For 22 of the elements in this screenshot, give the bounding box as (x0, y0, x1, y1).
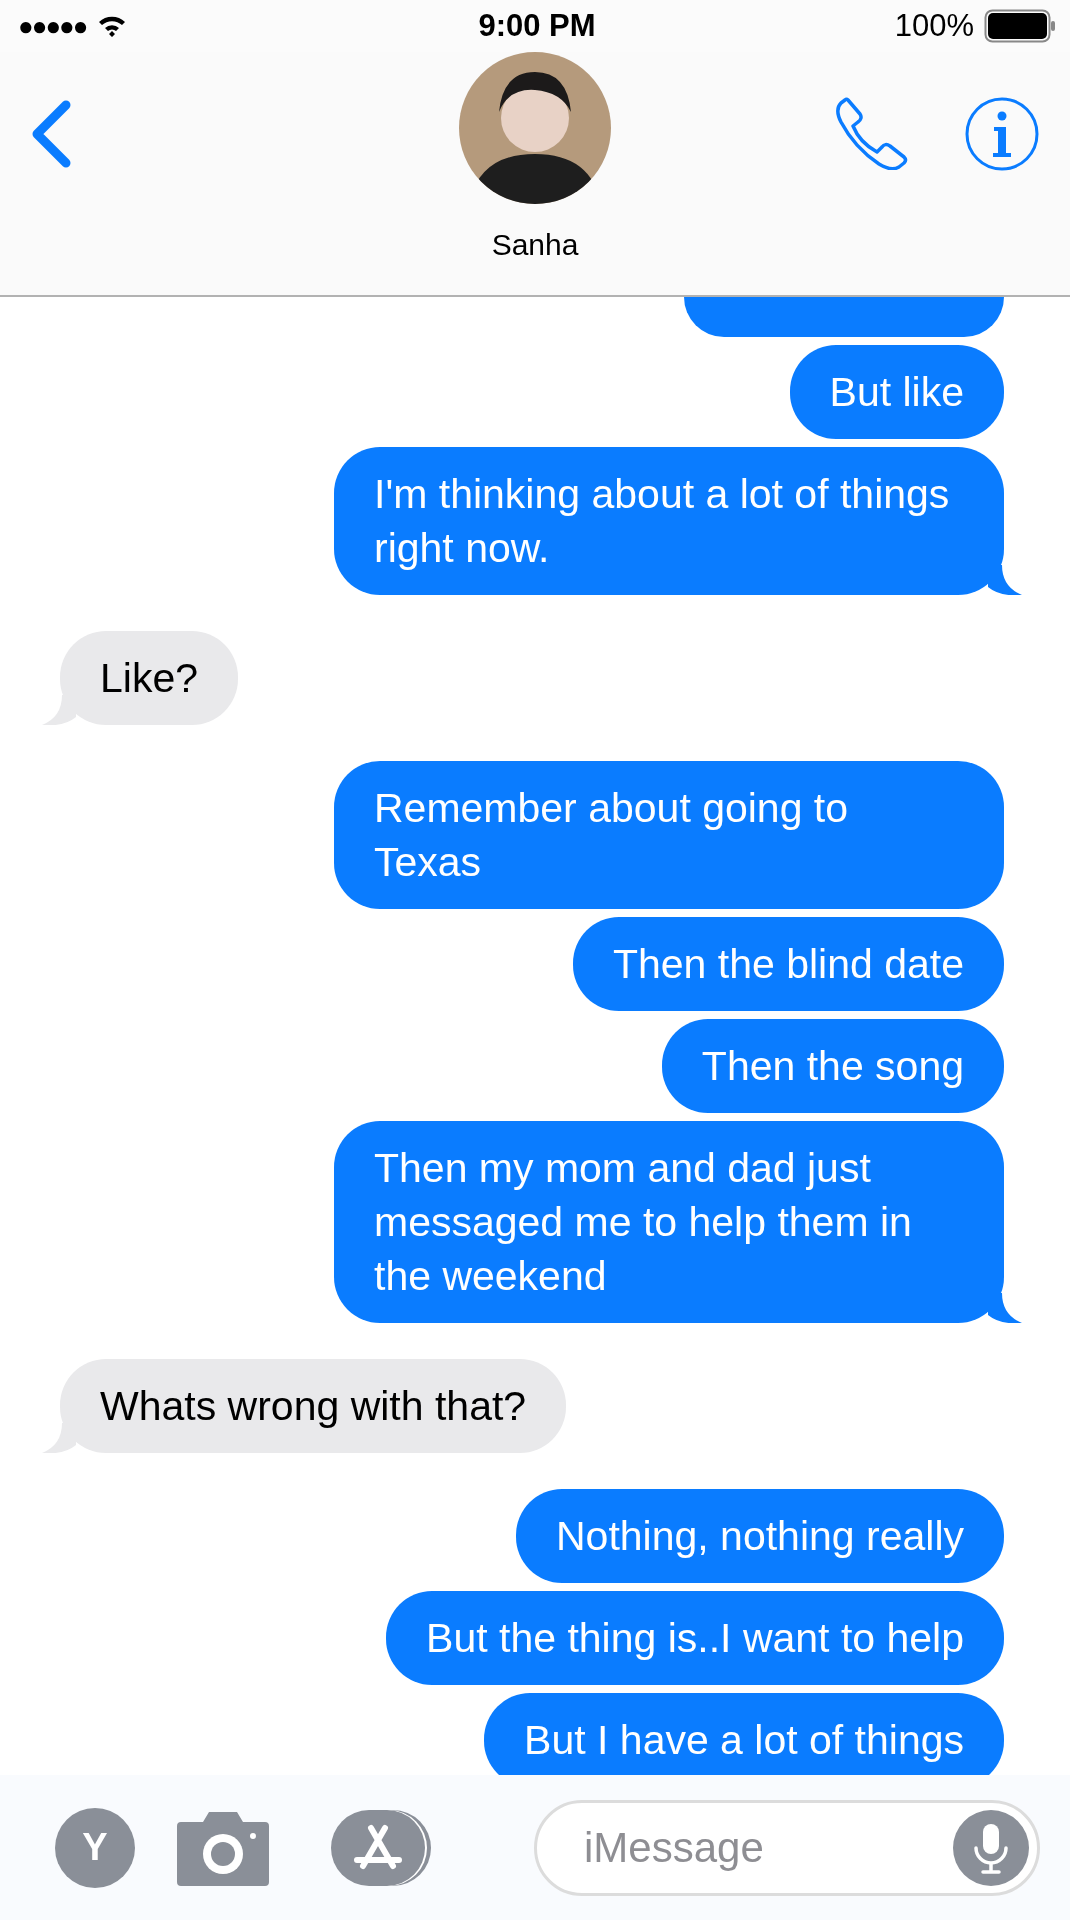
message-bubble: Then the blind date (572, 917, 1004, 1011)
message-bubble: But like (789, 345, 1004, 439)
message-bubble: But I have a lot of things (484, 1693, 1004, 1775)
message-input[interactable]: iMessage (582, 1822, 953, 1873)
phone-icon[interactable] (834, 96, 910, 170)
message-bubble: Like? (60, 631, 238, 725)
contact-name[interactable]: Sanha (491, 228, 579, 262)
message-bubble: But the thing is..I want to help (386, 1591, 1004, 1685)
message-bubble: I'm thinking about a lot of things right now. (334, 447, 1004, 595)
battery-icon (984, 9, 1056, 43)
message-bubble: Whats wrong with that? (60, 1359, 567, 1453)
message-bubble: Remember about going to Texas (334, 761, 1004, 909)
info-icon[interactable] (964, 96, 1040, 172)
message-bubble: Then my mom and dad just messaged me to help them in the weekend (334, 1121, 1004, 1323)
back-icon[interactable] (30, 100, 72, 168)
message-bubble: Then the song (661, 1019, 1004, 1113)
message-bubble: Nothing, nothing really (516, 1489, 1004, 1583)
battery-percent: 100% (894, 8, 974, 44)
message-field[interactable]: iMessage (534, 1799, 1040, 1896)
signal-dots: ●●●●● (18, 10, 87, 42)
microphone-icon[interactable] (953, 1809, 1029, 1886)
clock-time: 9:00 PM (478, 8, 596, 44)
